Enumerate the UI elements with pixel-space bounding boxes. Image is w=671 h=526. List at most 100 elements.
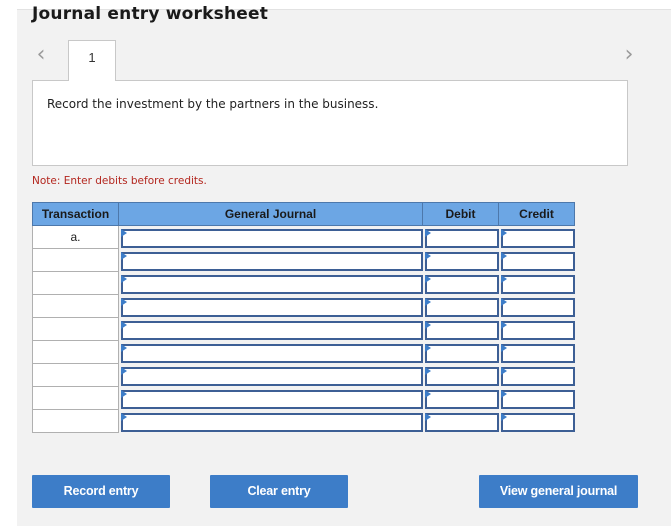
dropdown-marker-icon	[121, 251, 127, 260]
transaction-cell	[32, 363, 119, 387]
credit-field[interactable]	[500, 228, 575, 248]
credit-cell	[498, 317, 575, 341]
table-row	[32, 248, 575, 272]
dropdown-marker-icon	[500, 251, 507, 260]
account-cell	[118, 317, 423, 341]
account-field[interactable]	[121, 297, 423, 317]
table-row: a.	[32, 225, 575, 249]
dropdown-marker-icon	[500, 297, 507, 306]
dropdown-marker-icon	[500, 343, 507, 352]
dropdown-marker-icon	[424, 251, 431, 260]
transaction-cell	[32, 294, 119, 318]
account-field[interactable]	[121, 274, 423, 294]
table-row	[32, 386, 575, 410]
debit-field[interactable]	[424, 343, 499, 363]
dropdown-marker-icon	[424, 343, 431, 352]
column-header-transaction: Transaction	[32, 202, 119, 226]
account-field[interactable]	[121, 228, 423, 248]
credit-field[interactable]	[500, 412, 575, 432]
debit-cell	[422, 409, 499, 433]
account-cell	[118, 409, 423, 433]
credit-field[interactable]	[500, 343, 575, 363]
credit-cell	[498, 363, 575, 387]
transaction-cell	[32, 271, 119, 295]
journal-header-row: Transaction General Journal Debit Credit	[32, 202, 575, 226]
dropdown-marker-icon	[500, 412, 507, 421]
account-cell	[118, 363, 423, 387]
view-general-journal-button[interactable]: View general journal	[479, 475, 638, 508]
table-row	[32, 363, 575, 387]
dropdown-marker-icon	[424, 229, 431, 237]
account-field[interactable]	[121, 343, 423, 363]
debit-field[interactable]	[424, 297, 499, 317]
debit-cell	[422, 248, 499, 272]
account-cell	[118, 340, 423, 364]
account-cell	[118, 294, 423, 318]
table-row	[32, 271, 575, 295]
debit-field[interactable]	[424, 412, 499, 432]
note-text: Note: Enter debits before credits.	[32, 175, 207, 187]
journal-table: Transaction General Journal Debit Credit…	[32, 202, 575, 433]
table-row	[32, 317, 575, 341]
dropdown-marker-icon	[121, 343, 127, 352]
dropdown-marker-icon	[424, 366, 431, 375]
debit-field[interactable]	[424, 274, 499, 294]
debit-cell	[422, 294, 499, 318]
column-header-general-journal: General Journal	[118, 202, 423, 226]
column-header-credit: Credit	[498, 202, 575, 226]
account-field[interactable]	[121, 366, 423, 386]
debit-cell	[422, 386, 499, 410]
credit-field[interactable]	[500, 251, 575, 271]
transaction-cell: a.	[32, 225, 119, 249]
account-cell	[118, 386, 423, 410]
transaction-cell	[32, 248, 119, 272]
credit-field[interactable]	[500, 297, 575, 317]
debit-field[interactable]	[424, 251, 499, 271]
record-entry-button[interactable]: Record entry	[32, 475, 170, 508]
account-field[interactable]	[121, 389, 423, 409]
tab-1[interactable]: 1	[68, 40, 116, 81]
account-field[interactable]	[121, 412, 423, 432]
column-header-debit: Debit	[422, 202, 499, 226]
account-cell	[118, 248, 423, 272]
dropdown-marker-icon	[121, 366, 127, 375]
transaction-cell	[32, 386, 119, 410]
instruction-text: Record the investment by the partners in…	[47, 97, 379, 111]
transaction-cell	[32, 340, 119, 364]
account-cell	[118, 225, 423, 249]
credit-field[interactable]	[500, 389, 575, 409]
dropdown-marker-icon	[500, 389, 507, 398]
debit-cell	[422, 225, 499, 249]
credit-cell	[498, 271, 575, 295]
debit-field[interactable]	[424, 320, 499, 340]
dropdown-marker-icon	[500, 274, 507, 283]
credit-cell	[498, 409, 575, 433]
chevron-left-icon[interactable]: ‹	[32, 44, 50, 66]
credit-cell	[498, 294, 575, 318]
credit-field[interactable]	[500, 320, 575, 340]
page-title: Journal entry worksheet	[32, 4, 269, 24]
credit-cell	[498, 225, 575, 249]
credit-cell	[498, 248, 575, 272]
transaction-cell	[32, 317, 119, 341]
debit-field[interactable]	[424, 366, 499, 386]
credit-cell	[498, 340, 575, 364]
debit-field[interactable]	[424, 389, 499, 409]
debit-cell	[422, 340, 499, 364]
dropdown-marker-icon	[500, 229, 507, 237]
dropdown-marker-icon	[424, 412, 431, 421]
debit-field[interactable]	[424, 228, 499, 248]
table-row	[32, 294, 575, 318]
dropdown-marker-icon	[121, 412, 127, 421]
credit-field[interactable]	[500, 274, 575, 294]
account-field[interactable]	[121, 320, 423, 340]
chevron-right-icon[interactable]: ›	[620, 44, 638, 66]
dropdown-marker-icon	[500, 366, 507, 375]
dropdown-marker-icon	[500, 320, 507, 329]
credit-field[interactable]	[500, 366, 575, 386]
clear-entry-button[interactable]: Clear entry	[210, 475, 348, 508]
instruction-box: Record the investment by the partners in…	[32, 80, 628, 166]
dropdown-marker-icon	[424, 320, 431, 329]
account-field[interactable]	[121, 251, 423, 271]
dropdown-marker-icon	[121, 320, 127, 329]
